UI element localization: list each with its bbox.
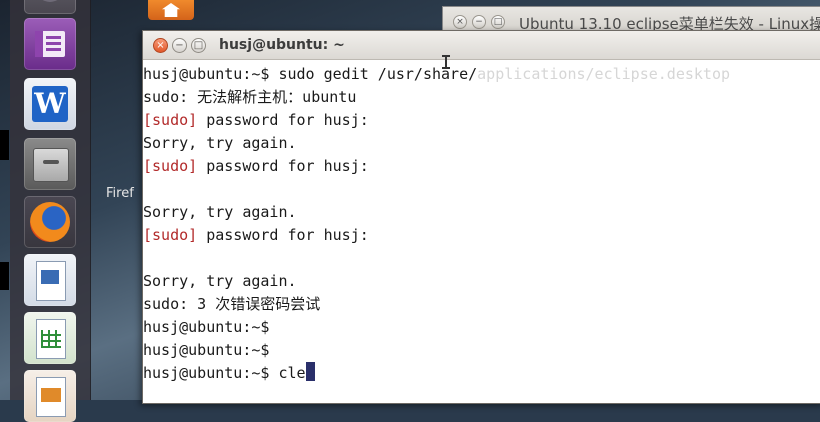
launcher-item-app[interactable] bbox=[24, 18, 76, 70]
unity-launcher: W bbox=[10, 0, 91, 422]
minimize-icon[interactable]: − bbox=[172, 38, 187, 53]
launcher-item-impress[interactable] bbox=[24, 254, 76, 306]
writer-icon: W bbox=[32, 86, 68, 122]
terminal-line: husj@ubuntu:~$ bbox=[143, 318, 270, 336]
draw-icon bbox=[36, 377, 66, 417]
minimize-icon[interactable]: − bbox=[472, 15, 486, 29]
maximize-icon[interactable]: □ bbox=[491, 15, 505, 29]
terminal-line: husj@ubuntu:~$ sudo gedit /usr/share/app… bbox=[143, 65, 731, 83]
terminal-line: husj@ubuntu:~$ bbox=[143, 341, 270, 359]
terminal-title: husj@ubuntu: ~ bbox=[219, 37, 345, 53]
screen-edge bbox=[0, 262, 9, 290]
launcher-item-draw[interactable] bbox=[24, 370, 76, 422]
impress-icon bbox=[36, 261, 66, 301]
firefox-icon bbox=[30, 202, 70, 242]
terminal-output[interactable]: husj@ubuntu:~$ sudo gedit /usr/share/app… bbox=[143, 60, 820, 403]
launcher-item-writer[interactable]: W bbox=[24, 78, 76, 130]
terminal-line: sudo: 无法解析主机：ubuntu bbox=[143, 88, 357, 106]
terminal-window[interactable]: × − □ husj@ubuntu: ~ husj@ubuntu:~$ sudo… bbox=[142, 30, 820, 404]
launcher-item-disc[interactable] bbox=[24, 0, 76, 14]
screen-edge bbox=[0, 130, 9, 160]
home-folder-icon[interactable] bbox=[148, 0, 194, 20]
terminal-titlebar[interactable]: × − □ husj@ubuntu: ~ bbox=[143, 31, 820, 60]
terminal-line: [sudo] password for husj: bbox=[143, 157, 369, 175]
maximize-icon[interactable]: □ bbox=[191, 38, 206, 53]
terminal-line: Sorry, try again. bbox=[143, 272, 297, 290]
app-icon bbox=[35, 31, 65, 57]
close-icon[interactable]: × bbox=[153, 38, 168, 53]
terminal-line: [sudo] password for husj: bbox=[143, 111, 369, 129]
terminal-line: Sorry, try again. bbox=[143, 203, 297, 221]
mouse-ibeam-icon bbox=[442, 55, 450, 69]
desktop-icon-label[interactable]: Firef bbox=[106, 186, 134, 201]
launcher-item-calc[interactable] bbox=[24, 312, 76, 364]
text-cursor bbox=[305, 362, 315, 381]
terminal-line: Sorry, try again. bbox=[143, 134, 297, 152]
terminal-prompt-line[interactable]: husj@ubuntu:~$ cle bbox=[143, 362, 820, 385]
launcher-item-files[interactable] bbox=[24, 138, 76, 190]
disc-icon bbox=[36, 0, 64, 2]
launcher-item-firefox[interactable] bbox=[24, 196, 76, 248]
close-icon[interactable]: × bbox=[453, 15, 467, 29]
files-icon bbox=[33, 148, 69, 182]
calc-icon bbox=[36, 319, 66, 359]
terminal-line: [sudo] password for husj: bbox=[143, 226, 369, 244]
terminal-line: sudo: 3 次错误密码尝试 bbox=[143, 295, 321, 313]
